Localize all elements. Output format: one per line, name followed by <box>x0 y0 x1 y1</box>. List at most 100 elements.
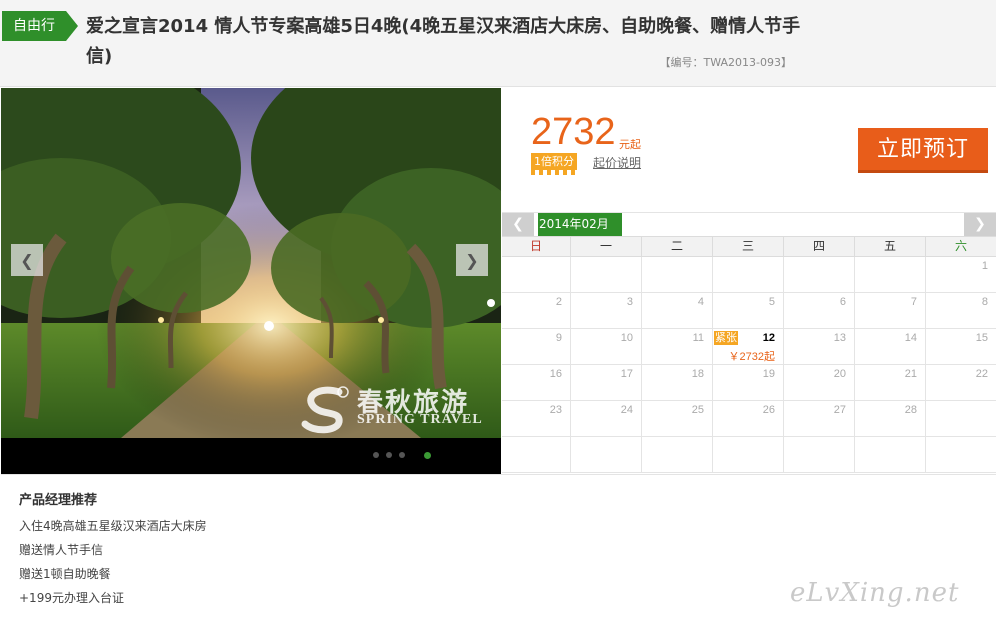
day-number: 10 <box>620 332 633 344</box>
slide-dot[interactable] <box>373 452 379 458</box>
calendar-day-empty <box>712 257 783 292</box>
calendar-day: 7 <box>854 293 925 328</box>
book-now-button[interactable]: 立即预订 <box>858 128 988 173</box>
tag-arrow <box>66 11 78 41</box>
calendar-day: 22 <box>925 365 996 400</box>
calendar-week-row: 2 3 4 5 6 7 8 <box>502 293 996 329</box>
calendar-day-empty <box>641 257 712 292</box>
calendar-day: 4 <box>641 293 712 328</box>
day-number: 3 <box>626 296 633 308</box>
day-number: 27 <box>833 404 846 416</box>
day-number: 20 <box>833 368 846 380</box>
calendar-day-available[interactable]: 12 紧张 ￥2732起 <box>712 329 783 364</box>
calendar-day-empty <box>783 257 854 292</box>
calendar-day: 1 <box>925 257 996 292</box>
day-number: 25 <box>691 404 704 416</box>
brand-logo-icon <box>301 386 349 434</box>
calendar-day-empty <box>854 257 925 292</box>
calendar-day: 8 <box>925 293 996 328</box>
photo-gallery: 春秋旅游 SPRING TRAVEL ❮ ❯ <box>1 88 501 474</box>
calendar-day: 21 <box>854 365 925 400</box>
points-badge: 1倍积分 <box>531 153 577 170</box>
calendar-month-label: 2014年02月 <box>538 213 622 236</box>
calendar-day: 5 <box>712 293 783 328</box>
calendar-week-row: 1 <box>502 257 996 293</box>
day-number: 8 <box>981 296 988 308</box>
calendar-week-row <box>502 437 996 473</box>
weekday-label: 日 <box>529 239 542 253</box>
prev-slide-button[interactable]: ❮ <box>11 244 43 276</box>
day-price: ￥2732起 <box>728 351 775 363</box>
chevron-right-icon: ❯ <box>465 250 479 270</box>
day-number: 6 <box>839 296 846 308</box>
product-header: 自由行 爱之宣言2014 情人节专案高雄5日4晚(4晚五星汉来酒店大床房、自助晚… <box>0 0 996 87</box>
calendar-day: 23 <box>502 401 570 436</box>
calendar-week-row: 16 17 18 19 20 21 22 <box>502 365 996 401</box>
recommendation-item: +199元办理入台证 <box>19 591 124 605</box>
day-number: 17 <box>620 368 633 380</box>
day-number: 22 <box>975 368 988 380</box>
day-number: 13 <box>833 332 846 344</box>
calendar-day-empty <box>854 437 925 472</box>
prev-month-button[interactable]: ❮ <box>502 213 534 236</box>
calendar-day-empty <box>641 437 712 472</box>
calendar-day: 28 <box>854 401 925 436</box>
calendar-day-empty <box>502 437 570 472</box>
product-code: 【编号：TWA2013-093】 <box>659 56 792 69</box>
day-number: 28 <box>904 404 917 416</box>
calendar-day: 19 <box>712 365 783 400</box>
day-number: 19 <box>762 368 775 380</box>
calendar-day: 14 <box>854 329 925 364</box>
day-number: 4 <box>697 296 704 308</box>
slide-dot-active[interactable] <box>424 452 431 459</box>
day-number: 21 <box>904 368 917 380</box>
slide-indicators <box>373 452 431 459</box>
price-block: 2732 元起 <box>531 110 641 154</box>
calendar-day-empty <box>783 437 854 472</box>
weekday-label: 一 <box>570 237 641 256</box>
calendar-day-empty <box>712 437 783 472</box>
calendar-day: 25 <box>641 401 712 436</box>
day-number: 23 <box>549 404 562 416</box>
weekday-label: 四 <box>783 237 854 256</box>
price-explain-link[interactable]: 起价说明 <box>593 154 641 171</box>
departure-calendar: 日 一 二 三 四 五 六 1 2 3 4 5 6 7 8 9 10 11 12 紧张 ￥2732起 13 1… <box>502 236 996 473</box>
day-number: 12 <box>762 332 775 344</box>
calendar-day: 24 <box>570 401 641 436</box>
slide-dot[interactable] <box>386 452 392 458</box>
calendar-day: 3 <box>570 293 641 328</box>
calendar-day: 17 <box>570 365 641 400</box>
weekday-label: 五 <box>854 237 925 256</box>
calendar-day: 18 <box>641 365 712 400</box>
day-number: 11 <box>692 332 704 344</box>
calendar-day: 16 <box>502 365 570 400</box>
calendar-day: 20 <box>783 365 854 400</box>
next-month-button[interactable]: ❯ <box>964 213 996 236</box>
availability-status-badge: 紧张 <box>714 331 738 345</box>
weekday-label: 三 <box>712 237 783 256</box>
chevron-left-icon: ❮ <box>512 216 524 232</box>
price-unit: 元起 <box>619 138 641 151</box>
calendar-week-row: 23 24 25 26 27 28 <box>502 401 996 437</box>
price-value: 2732 <box>531 111 616 153</box>
calendar-day: 10 <box>570 329 641 364</box>
next-slide-button[interactable]: ❯ <box>456 244 488 276</box>
free-travel-tag: 自由行 <box>2 11 78 41</box>
slide-dot[interactable] <box>399 452 405 458</box>
calendar-nav: ❮ 2014年02月 ❯ <box>502 212 996 236</box>
calendar-day-empty <box>570 257 641 292</box>
recommendation-title: 产品经理推荐 <box>19 493 98 508</box>
day-number: 1 <box>981 260 988 272</box>
chevron-left-icon: ❮ <box>20 250 34 270</box>
calendar-day-empty <box>925 437 996 472</box>
calendar-day: 15 <box>925 329 996 364</box>
day-number: 2 <box>555 296 562 308</box>
recommendation-item: 赠送情人节手信 <box>19 543 104 557</box>
calendar-weekday-header: 日 一 二 三 四 五 六 <box>502 236 996 257</box>
calendar-day-empty <box>570 437 641 472</box>
recommendation-list: 入住4晚高雄五星级汉来酒店大床房 赠送情人节手信 赠送1顿自助晚餐 +199元办… <box>19 514 207 610</box>
day-number: 5 <box>768 296 775 308</box>
watermark-en: SPRING TRAVEL <box>357 412 483 427</box>
calendar-day: 9 <box>502 329 570 364</box>
tag-label: 自由行 <box>2 11 66 41</box>
